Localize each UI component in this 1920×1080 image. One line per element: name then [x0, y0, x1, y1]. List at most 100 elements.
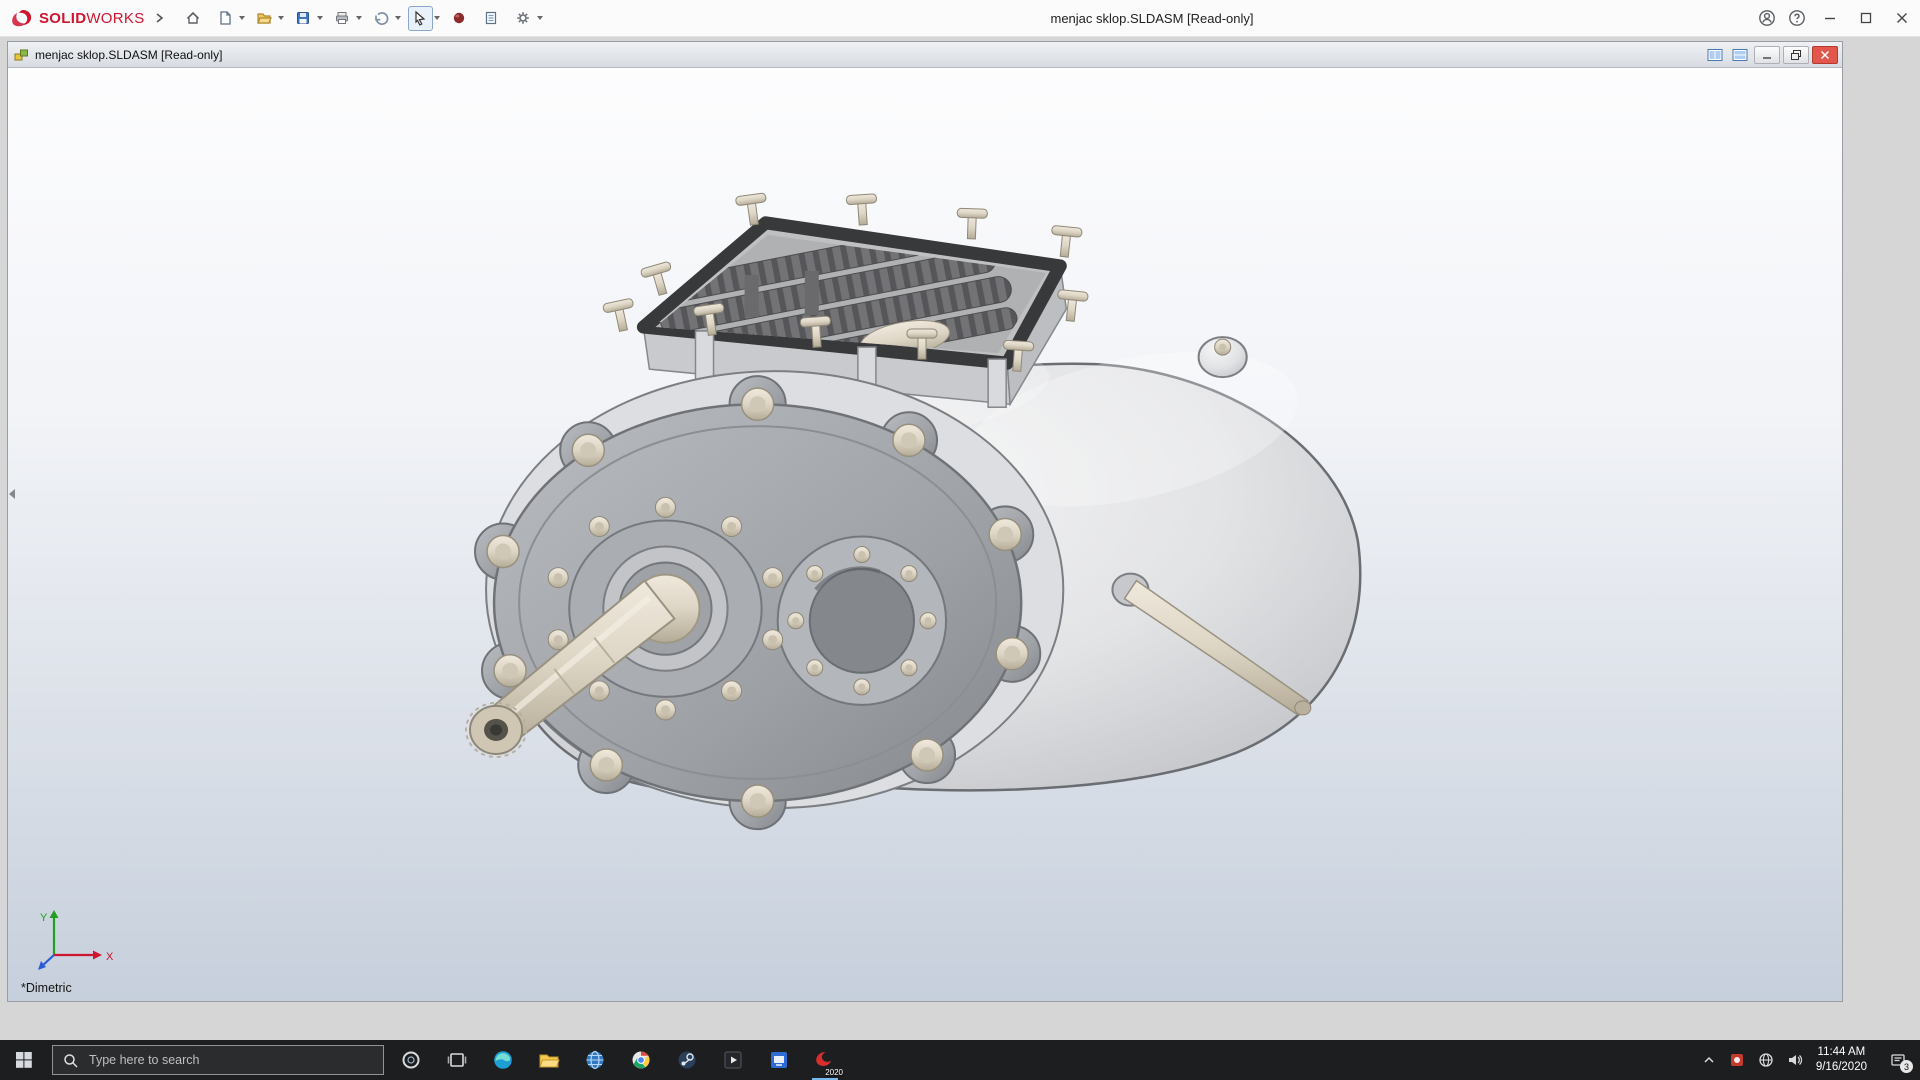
- doc-restore-icon: [1790, 49, 1802, 61]
- taskbar-steam-button[interactable]: [664, 1040, 710, 1080]
- rebuild-sphere-button[interactable]: [447, 6, 472, 31]
- chevron-up-icon: [1702, 1053, 1716, 1067]
- steam-icon: [676, 1049, 698, 1071]
- media-player-icon: [722, 1049, 744, 1071]
- solidworks-brand: SOLIDWORKS: [10, 8, 145, 28]
- gearbox-3d-model[interactable]: [8, 68, 1842, 1001]
- app-titlebar: SOLIDWORKS: [0, 0, 1920, 37]
- taskbar-clock[interactable]: 11:44 AM 9/16/2020: [1816, 1045, 1867, 1075]
- open-dropdown-caret[interactable]: [278, 16, 284, 20]
- network-globe-icon: [1758, 1052, 1774, 1068]
- main-toolbar: [179, 5, 545, 32]
- search-input[interactable]: [87, 1052, 373, 1068]
- document-titlebar[interactable]: menjac sklop.SLDASM [Read-only]: [8, 42, 1842, 68]
- new-document-button[interactable]: [213, 6, 238, 31]
- collapse-arrow-icon: [9, 489, 15, 499]
- app-maximize-button[interactable]: [1848, 0, 1884, 37]
- tile-horizontal-icon: [1732, 48, 1748, 62]
- orientation-triad: Y X: [32, 903, 124, 975]
- taskbar-movies-tv-button[interactable]: [756, 1040, 802, 1080]
- edge-icon: [492, 1049, 514, 1071]
- taskbar-file-explorer-button[interactable]: [526, 1040, 572, 1080]
- top-opening: [603, 193, 1089, 407]
- taskbar-edge-button[interactable]: [480, 1040, 526, 1080]
- clock-date: 9/16/2020: [1816, 1060, 1867, 1075]
- taskbar-globe-browser-button[interactable]: [572, 1040, 618, 1080]
- system-tray: 11:44 AM 9/16/2020 3: [1702, 1040, 1920, 1080]
- print-icon: [334, 10, 350, 26]
- red-sphere-icon: [451, 10, 467, 26]
- chrome-browser-icon: [630, 1049, 652, 1071]
- close-icon: [1896, 12, 1908, 24]
- brand-wordmark: SOLIDWORKS: [39, 10, 145, 27]
- doc-close-icon: [1820, 50, 1830, 60]
- tile-vertical-button[interactable]: [1704, 46, 1726, 64]
- resource-monitor-tray-button[interactable]: [1729, 1052, 1745, 1068]
- taskbar-cortana-button[interactable]: [388, 1040, 434, 1080]
- screen: SOLIDWORKS: [0, 0, 1920, 1080]
- help-button[interactable]: [1782, 0, 1812, 37]
- doc-minimize-button[interactable]: [1754, 46, 1780, 64]
- doc-restore-button[interactable]: [1783, 46, 1809, 64]
- action-center-button[interactable]: 3: [1880, 1040, 1916, 1080]
- cortana-icon: [400, 1049, 422, 1071]
- home-icon: [185, 10, 201, 26]
- options-dropdown-caret[interactable]: [537, 16, 543, 20]
- tile-vertical-icon: [1707, 48, 1723, 62]
- volume-tray-button[interactable]: [1787, 1052, 1803, 1068]
- select-cursor-icon: [412, 10, 428, 26]
- print-dropdown-caret[interactable]: [356, 16, 362, 20]
- viewport-3d[interactable]: Y X *Dimetric: [8, 68, 1842, 1001]
- undo-dropdown-caret[interactable]: [395, 16, 401, 20]
- hidden-icons-button[interactable]: [1702, 1053, 1716, 1067]
- save-icon: [295, 10, 311, 26]
- x-axis-arrow: [93, 951, 102, 960]
- view-orientation-label: *Dimetric: [21, 981, 72, 995]
- file-properties-button[interactable]: [479, 6, 504, 31]
- maximize-icon: [1860, 12, 1872, 24]
- z-axis: [42, 955, 54, 966]
- resource-monitor-icon: [1729, 1052, 1745, 1068]
- tile-horizontal-button[interactable]: [1729, 46, 1751, 64]
- document-window: menjac sklop.SLDASM [Read-only]: [7, 41, 1843, 1002]
- start-button[interactable]: [0, 1040, 48, 1080]
- document-window-controls: [1704, 46, 1838, 64]
- taskbar-media-player-button[interactable]: [710, 1040, 756, 1080]
- titlebar-right: [1752, 0, 1920, 37]
- x-axis-label: X: [106, 951, 114, 963]
- dassault-systemes-logo-icon: [10, 8, 34, 28]
- account-button[interactable]: [1752, 0, 1782, 37]
- movies-tv-icon: [768, 1049, 790, 1071]
- y-axis-label: Y: [40, 912, 48, 924]
- select-tool-button[interactable]: [408, 6, 433, 31]
- gear-icon: [515, 10, 531, 26]
- app-close-button[interactable]: [1884, 0, 1920, 37]
- new-document-dropdown-caret[interactable]: [239, 16, 245, 20]
- taskbar-chrome-button[interactable]: [618, 1040, 664, 1080]
- doc-minimize-icon: [1762, 50, 1772, 60]
- feature-panel-collapse-tab[interactable]: [9, 479, 19, 509]
- taskbar: 2020 11:44 AM 9/16/2020 3: [0, 1040, 1920, 1080]
- taskbar-solidworks-button[interactable]: 2020: [802, 1040, 848, 1080]
- file-properties-icon: [483, 10, 499, 26]
- save-button[interactable]: [291, 6, 316, 31]
- network-tray-button[interactable]: [1758, 1052, 1774, 1068]
- save-dropdown-caret[interactable]: [317, 16, 323, 20]
- windows-logo-icon: [15, 1051, 33, 1069]
- app-minimize-button[interactable]: [1812, 0, 1848, 37]
- home-button[interactable]: [181, 6, 206, 31]
- toolbar-expand-arrow-icon[interactable]: [155, 12, 165, 24]
- options-button[interactable]: [511, 6, 536, 31]
- print-button[interactable]: [330, 6, 355, 31]
- select-dropdown-caret[interactable]: [434, 16, 440, 20]
- solidworks-year-badge: 2020: [825, 1068, 843, 1077]
- new-document-icon: [217, 10, 233, 26]
- open-button[interactable]: [252, 6, 277, 31]
- secondary-bearing-cover: [778, 537, 946, 705]
- assembly-document-icon: [14, 48, 29, 62]
- taskbar-task-view-button[interactable]: [434, 1040, 480, 1080]
- user-account-icon: [1758, 9, 1776, 27]
- undo-button[interactable]: [369, 6, 394, 31]
- doc-close-button[interactable]: [1812, 46, 1838, 64]
- taskbar-search[interactable]: [52, 1045, 384, 1075]
